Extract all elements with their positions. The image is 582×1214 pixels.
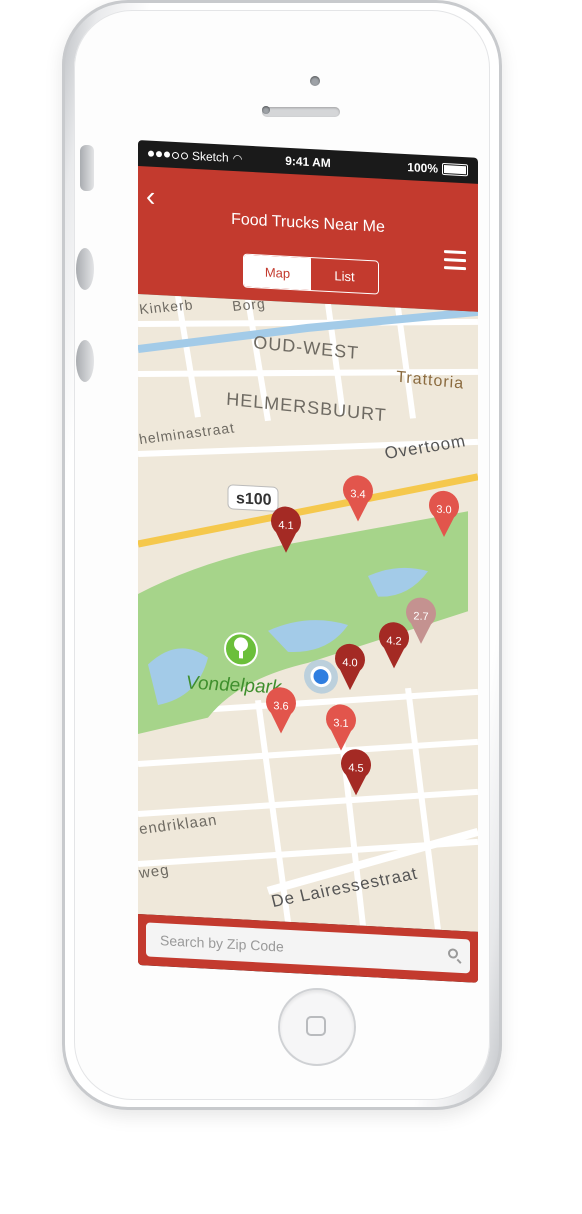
navigation-bar: ‹ Food Trucks Near Me Map List [138,166,478,312]
map-pin-rating: 2.7 [413,610,428,623]
home-square-icon [306,1016,326,1036]
volume-down-button[interactable] [76,340,94,382]
proximity-sensor-icon [262,106,270,114]
map-pin-rating: 4.2 [386,635,401,648]
tab-map[interactable]: Map [244,254,311,291]
map-pin-rating: 3.1 [333,717,348,730]
label-s100: s100 [236,490,272,509]
label-helmersbuurt: HELMERSBUURT [226,389,387,426]
current-location-icon[interactable] [304,659,338,695]
map-pin[interactable]: 4.2 [379,621,409,669]
earpiece-speaker [262,107,340,117]
hamburger-menu-icon[interactable] [444,250,466,275]
label-overtoom: Overtoom [383,431,468,463]
tab-list[interactable]: List [311,258,378,294]
map-pin[interactable]: 2.7 [406,597,436,645]
zip-search-input[interactable] [146,922,470,974]
map-pin-rating: 3.6 [273,700,288,713]
map-pin-rating: 4.0 [342,657,357,670]
label-weg: weg [138,861,171,882]
map-pin[interactable]: 3.4 [343,475,373,523]
label-oud-west: OUD-WEST [253,332,360,363]
mute-switch[interactable] [80,145,94,191]
route-shield-s100: s100 [227,484,279,512]
map-pin[interactable]: 4.0 [335,643,365,691]
map-pin-rating: 3.4 [350,488,365,501]
map-view[interactable]: Kinkerb Borg OUD-WEST HELMERSBUURT Tratt… [138,294,478,932]
battery-percent: 100% [407,160,438,176]
home-button[interactable] [278,988,356,1066]
view-toggle: Map List [243,253,379,295]
map-pin-rating: 4.5 [348,762,363,775]
page-title: Food Trucks Near Me [231,210,385,236]
map-pin[interactable]: 3.1 [326,704,356,752]
label-kinkerb: Kinkerb [138,296,194,317]
battery-group: 100% [407,160,468,177]
map-pin-rating: 4.1 [278,519,293,532]
battery-icon [442,162,468,177]
map-pin[interactable]: 3.6 [266,687,296,735]
tree-icon [224,632,258,667]
label-helminastraat: helminastraat [138,419,236,447]
map-pin-rating: 3.0 [436,504,451,517]
volume-up-button[interactable] [76,248,94,290]
front-camera-icon [310,76,320,86]
map-canvas[interactable]: Kinkerb Borg OUD-WEST HELMERSBUURT Tratt… [138,294,478,932]
screen: Sketch ◠ 9:41 AM 100% ‹ Food Trucks Near… [138,140,478,983]
search-icon[interactable] [448,948,458,959]
